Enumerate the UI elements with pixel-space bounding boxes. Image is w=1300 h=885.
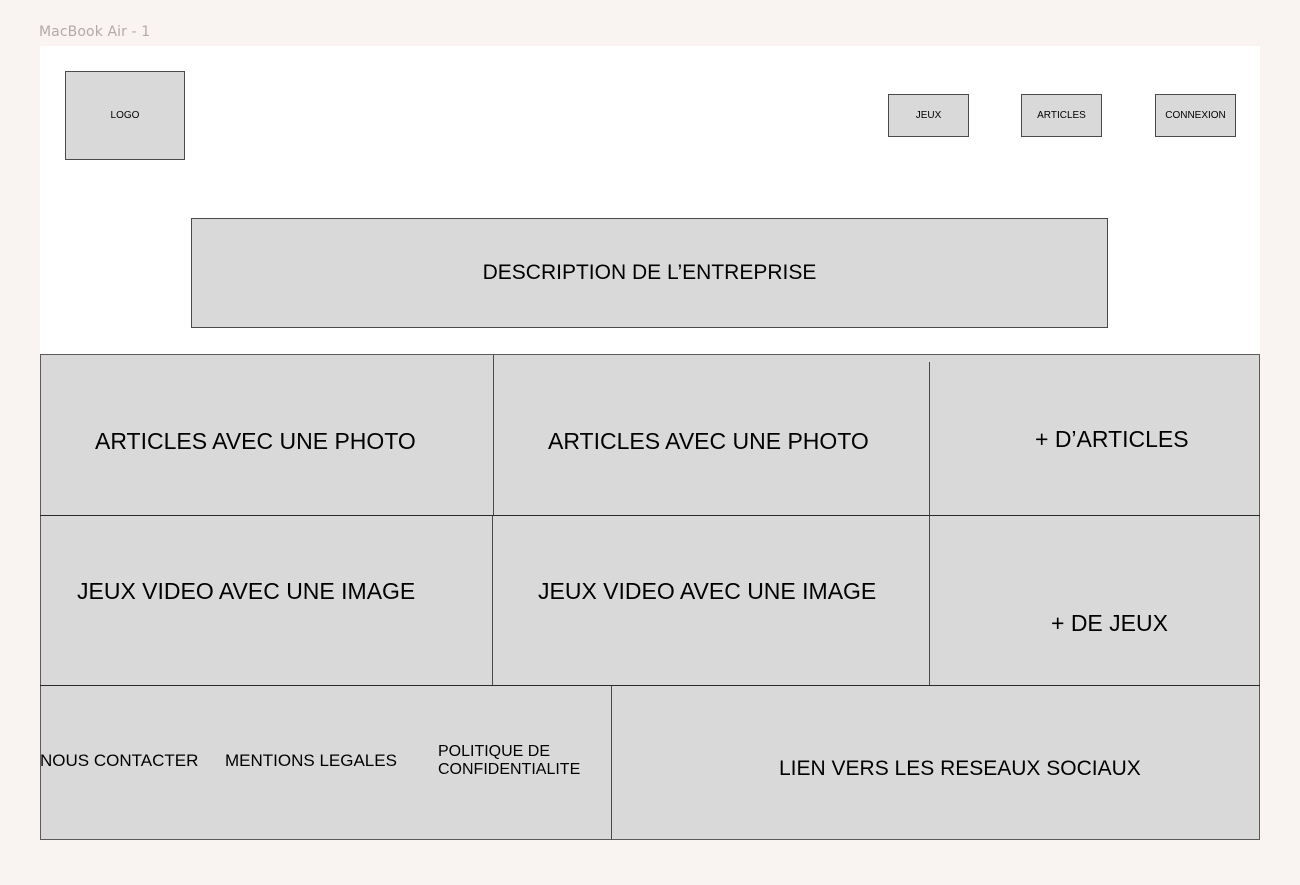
more-games-link[interactable]: + DE JEUX	[1051, 610, 1168, 636]
logo-label: LOGO	[110, 110, 140, 121]
nav-button-jeux-label: JEUX	[915, 110, 942, 121]
nav-button-articles[interactable]: ARTICLES	[1021, 94, 1102, 137]
row-divider-2	[40, 685, 1260, 686]
more-articles-link[interactable]: + D’ARTICLES	[1035, 426, 1189, 452]
game-card-1[interactable]: JEUX VIDEO AVEC UNE IMAGE	[77, 578, 415, 604]
privacy-link-line-2: CONFIDENTIALITE	[438, 761, 581, 779]
nav-button-articles-label: ARTICLES	[1037, 110, 1086, 121]
game-card-2[interactable]: JEUX VIDEO AVEC UNE IMAGE	[538, 578, 876, 604]
social-links[interactable]: LIEN VERS LES RESEAUX SOCIAUX	[779, 757, 1141, 781]
games-divider-1	[492, 516, 493, 685]
articles-divider-1	[493, 355, 494, 515]
articles-divider-2	[929, 362, 930, 515]
article-card-2[interactable]: ARTICLES AVEC UNE PHOTO	[548, 428, 869, 454]
article-card-1[interactable]: ARTICLES AVEC UNE PHOTO	[95, 428, 416, 454]
logo-box[interactable]: LOGO	[65, 71, 185, 160]
footer-divider	[611, 686, 612, 839]
frame-label: MacBook Air - 1	[39, 24, 151, 40]
nav-button-jeux[interactable]: JEUX	[888, 94, 969, 137]
company-description: DESCRIPTION DE L’ENTREPRISE	[191, 218, 1108, 328]
nav-button-connexion-label: CONNEXION	[1165, 110, 1226, 121]
company-description-text: DESCRIPTION DE L’ENTREPRISE	[482, 261, 817, 284]
games-divider-2	[929, 516, 930, 685]
nav-button-connexion[interactable]: CONNEXION	[1155, 94, 1236, 137]
privacy-link[interactable]: POLITIQUE DE CONFIDENTIALITE	[438, 743, 580, 780]
contact-link[interactable]: NOUS CONTACTER	[40, 751, 214, 771]
legal-link[interactable]: MENTIONS LEGALES	[225, 751, 397, 771]
row-divider-1	[40, 515, 1260, 516]
privacy-link-line-1: POLITIQUE DE	[438, 743, 551, 760]
